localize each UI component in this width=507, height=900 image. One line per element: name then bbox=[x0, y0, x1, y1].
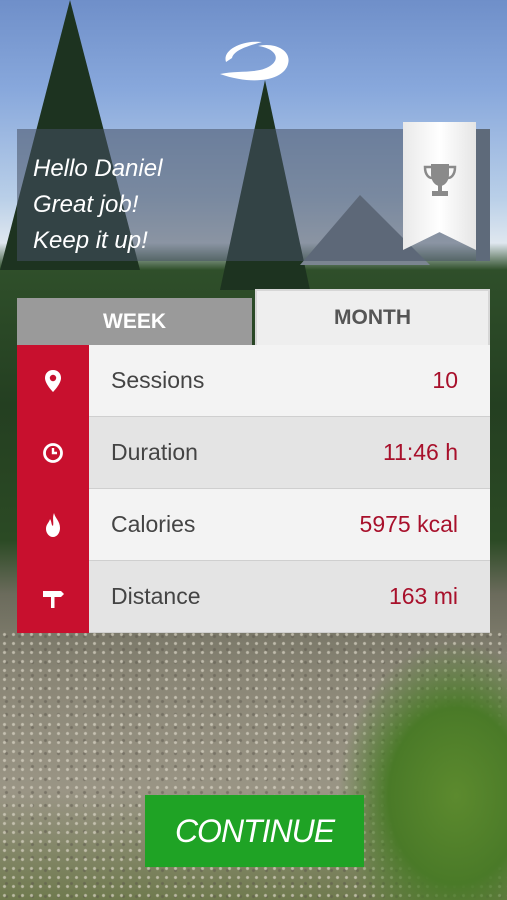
stat-value: 11:46 h bbox=[382, 439, 458, 465]
stat-row-sessions: Sessions 10 bbox=[17, 345, 490, 417]
stat-value: 163 mi bbox=[388, 583, 458, 609]
stat-value: 5975 kcal bbox=[359, 511, 458, 537]
period-tabs: WEEK MONTH bbox=[17, 289, 490, 345]
clock-icon bbox=[43, 443, 63, 463]
greeting-text: Hello Daniel Great job! Keep it up! bbox=[33, 151, 162, 259]
achievement-badge[interactable] bbox=[403, 122, 476, 250]
stat-row-calories: Calories 5975 kcal bbox=[17, 489, 490, 561]
map-pin-icon bbox=[45, 370, 61, 392]
signpost-icon bbox=[43, 591, 64, 608]
stat-label: Duration bbox=[111, 439, 198, 465]
stat-icon-box bbox=[17, 489, 89, 561]
stat-row-distance: Distance 163 mi bbox=[17, 561, 490, 633]
continue-button[interactable]: CONTINUE bbox=[145, 795, 364, 867]
tab-week[interactable]: WEEK bbox=[17, 298, 252, 345]
stat-label: Distance bbox=[111, 583, 201, 609]
stat-label: Sessions bbox=[111, 367, 205, 393]
tab-month[interactable]: MONTH bbox=[255, 289, 490, 345]
flame-icon bbox=[46, 513, 60, 537]
stats-list: Sessions 10 Duration 11:46 h Calories 59… bbox=[17, 345, 490, 633]
stat-icon-box bbox=[17, 345, 89, 417]
stat-label: Calories bbox=[111, 511, 196, 537]
badge-shadow bbox=[476, 129, 490, 261]
greeting-panel: Hello Daniel Great job! Keep it up! bbox=[17, 122, 490, 261]
greeting-line: Hello Daniel bbox=[33, 155, 163, 182]
stat-icon-box bbox=[17, 417, 89, 489]
greeting-line: Great job! bbox=[33, 191, 139, 218]
trophy-icon bbox=[423, 164, 457, 196]
app-logo bbox=[220, 41, 289, 81]
stat-icon-box bbox=[17, 561, 89, 633]
stat-row-duration: Duration 11:46 h bbox=[17, 417, 490, 489]
greeting-line: Keep it up! bbox=[33, 227, 148, 254]
stat-value: 10 bbox=[432, 367, 458, 393]
